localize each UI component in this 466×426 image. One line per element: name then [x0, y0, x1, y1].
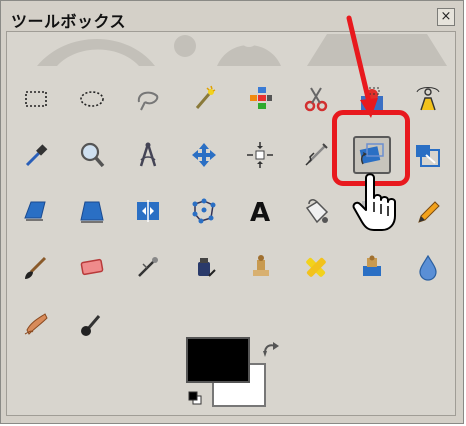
foreground-color-swatch[interactable]: [186, 337, 250, 383]
swap-colors-icon[interactable]: [262, 341, 280, 359]
pointer-hand-icon: [352, 173, 396, 231]
default-colors-icon[interactable]: [188, 391, 202, 405]
fg-bg-color-area: [186, 337, 286, 413]
